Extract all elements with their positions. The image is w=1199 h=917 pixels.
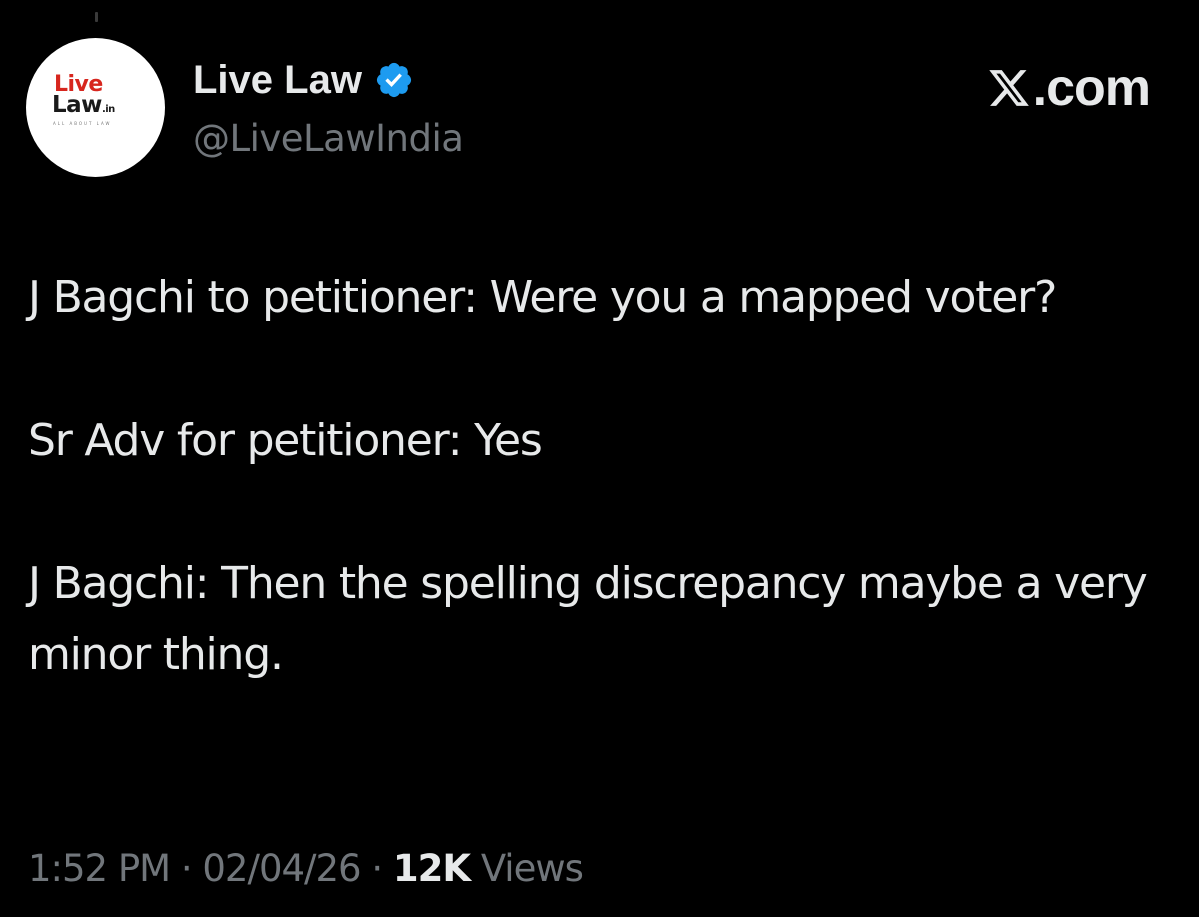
author-name-row: Live Law xyxy=(193,54,414,106)
x-com-watermark: .com xyxy=(986,59,1151,117)
views-label: Views xyxy=(480,847,584,890)
tweet-paragraph: J Bagchi to petitioner: Were you a mappe… xyxy=(28,272,1057,323)
author-display-name[interactable]: Live Law xyxy=(193,54,362,106)
meta-separator: · xyxy=(371,847,383,890)
x-logo-icon xyxy=(988,70,1029,106)
avatar[interactable]: Live Law.in ALL ABOUT LAW xyxy=(26,38,165,177)
tweet-paragraph: Sr Adv for petitioner: Yes xyxy=(28,415,543,466)
tweet-time[interactable]: 1:52 PM xyxy=(28,847,171,890)
logo-word-law: Law.in xyxy=(52,94,115,121)
brand-domain-text: .com xyxy=(1032,59,1151,117)
top-edge-mark xyxy=(95,12,98,22)
meta-separator: · xyxy=(180,847,193,890)
verified-badge-icon xyxy=(376,62,412,98)
logo-suffix: .in xyxy=(101,104,115,115)
author-handle[interactable]: @LiveLawIndia xyxy=(193,116,464,162)
tweet-paragraph: J Bagchi: Then the spelling discrepancy … xyxy=(28,558,1148,680)
views-count: 12K xyxy=(392,847,471,890)
tweet-header: Live Law.in ALL ABOUT LAW Live Law @Live… xyxy=(26,38,1166,178)
logo-word-law-text: Law xyxy=(52,92,102,118)
tweet-text: J Bagchi to petitioner: Were you a mappe… xyxy=(28,262,1168,690)
tweet-meta: 1:52 PM · 02/04/26 · 12K Views xyxy=(28,843,584,895)
logo-tagline: ALL ABOUT LAW xyxy=(53,121,112,126)
tweet-date[interactable]: 02/04/26 xyxy=(202,847,361,890)
livelaw-logo: Live Law.in ALL ABOUT LAW xyxy=(52,74,144,134)
